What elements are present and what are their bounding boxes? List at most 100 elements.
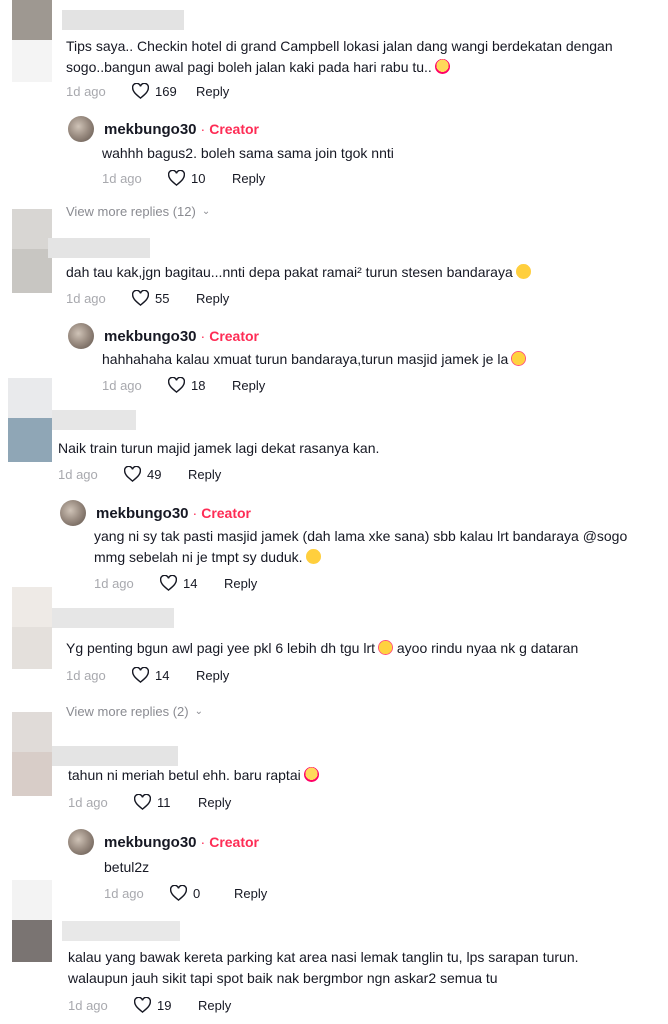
like-button[interactable]: 55 bbox=[132, 290, 196, 306]
like-button[interactable]: 0 bbox=[170, 885, 234, 901]
like-button[interactable]: 10 bbox=[168, 170, 232, 186]
creator-badge: Creator bbox=[209, 121, 259, 137]
avatar[interactable] bbox=[12, 209, 52, 249]
heart-outline-icon bbox=[160, 575, 177, 591]
heart-outline-icon bbox=[124, 466, 141, 482]
avatar-blur bbox=[12, 40, 52, 82]
username-blurred[interactable] bbox=[52, 608, 174, 628]
view-more-replies[interactable]: View more replies (2) ⌄ bbox=[66, 704, 203, 719]
heart-outline-icon bbox=[132, 667, 149, 683]
avatar-blur bbox=[8, 418, 52, 462]
creator-username[interactable]: mekbungo30 bbox=[104, 834, 197, 851]
comment-text: kalau yang bawak kereta parking kat area… bbox=[68, 949, 579, 965]
chevron-down-icon: ⌄ bbox=[201, 206, 211, 217]
like-button[interactable]: 11 bbox=[134, 794, 198, 810]
reply-meta: 1d ago 0 Reply bbox=[104, 883, 267, 903]
comment-text: walaupun jauh sikit tapi spot baik nak b… bbox=[68, 970, 498, 986]
reply-button[interactable]: Reply bbox=[196, 668, 229, 683]
like-count: 14 bbox=[155, 667, 170, 683]
like-count: 18 bbox=[191, 377, 206, 393]
reply-button[interactable]: Reply bbox=[198, 998, 231, 1013]
reply-meta: 1d ago 14 Reply bbox=[94, 573, 257, 593]
reply-button[interactable]: Reply bbox=[232, 171, 265, 186]
comment-meta: 1d ago 49 Reply bbox=[58, 464, 221, 484]
comment-text: tahun ni meriah betul ehh. baru raptai bbox=[68, 765, 319, 786]
timestamp: 1d ago bbox=[102, 377, 142, 393]
username-blurred[interactable] bbox=[48, 238, 150, 258]
timestamp: 1d ago bbox=[66, 290, 106, 306]
creator-badge: Creator bbox=[209, 328, 259, 344]
username-blurred[interactable] bbox=[62, 10, 184, 30]
like-button[interactable]: 14 bbox=[160, 575, 224, 591]
separator: · bbox=[200, 328, 206, 344]
avatar[interactable] bbox=[12, 587, 52, 627]
reply-text: hahhahaha kalau xmuat turun bandaraya,tu… bbox=[102, 349, 527, 370]
like-button[interactable]: 14 bbox=[132, 667, 196, 683]
reply-text: wahhh bagus2. boleh sama sama join tgok … bbox=[102, 145, 394, 161]
like-button[interactable]: 18 bbox=[168, 377, 232, 393]
avatar-blur bbox=[12, 920, 52, 962]
creator-reply-header: mekbungo30 · Creator bbox=[68, 116, 259, 142]
like-count: 19 bbox=[157, 997, 172, 1013]
avatar[interactable] bbox=[12, 0, 52, 40]
timestamp: 1d ago bbox=[94, 575, 134, 591]
reply-button[interactable]: Reply bbox=[198, 795, 231, 810]
timestamp: 1d ago bbox=[68, 997, 108, 1013]
reply-meta: 1d ago 10 Reply bbox=[102, 168, 265, 188]
like-button[interactable]: 169 bbox=[132, 83, 196, 99]
reply-meta: 1d ago 18 Reply bbox=[102, 375, 265, 395]
comment-text: Naik train turun majid jamek lagi dekat … bbox=[58, 440, 380, 456]
like-count: 0 bbox=[193, 885, 201, 901]
creator-username[interactable]: mekbungo30 bbox=[104, 328, 197, 345]
comment-meta: 1d ago 14 Reply bbox=[66, 665, 229, 685]
heart-outline-icon bbox=[168, 377, 185, 393]
comment-text: Yg penting bgun awl pagi yee pkl 6 lebih… bbox=[66, 640, 579, 656]
avatar[interactable] bbox=[8, 378, 52, 418]
creator-reply-header: mekbungo30 · Creator bbox=[68, 323, 259, 349]
creator-username[interactable]: mekbungo30 bbox=[104, 121, 197, 138]
like-button[interactable]: 19 bbox=[134, 997, 198, 1013]
grinning-sweat-emoji-icon bbox=[515, 264, 531, 279]
grimacing-emoji-icon bbox=[305, 549, 321, 564]
avatar[interactable] bbox=[12, 880, 52, 920]
reply-button[interactable]: Reply bbox=[232, 378, 265, 393]
reply-button[interactable]: Reply bbox=[224, 576, 257, 591]
username-blurred[interactable] bbox=[52, 410, 136, 430]
avatar-blur bbox=[12, 752, 52, 796]
chevron-down-icon: ⌄ bbox=[194, 706, 203, 717]
creator-badge: Creator bbox=[201, 505, 251, 521]
timestamp: 1d ago bbox=[58, 466, 98, 482]
avatar-blur bbox=[12, 627, 52, 669]
creator-reply-header: mekbungo30 · Creator bbox=[68, 829, 259, 855]
username-blurred[interactable] bbox=[62, 921, 180, 941]
creator-username[interactable]: mekbungo30 bbox=[96, 505, 189, 522]
avatar[interactable] bbox=[12, 712, 52, 752]
heart-outline-icon bbox=[134, 997, 151, 1013]
creator-avatar[interactable] bbox=[60, 500, 86, 526]
creator-reply-header: mekbungo30 · Creator bbox=[60, 500, 251, 526]
like-count: 14 bbox=[183, 575, 198, 591]
creator-avatar[interactable] bbox=[68, 323, 94, 349]
separator: · bbox=[192, 505, 198, 521]
rofl-emoji-icon bbox=[378, 640, 393, 655]
creator-avatar[interactable] bbox=[68, 116, 94, 142]
like-count: 169 bbox=[155, 83, 177, 99]
reply-text: mmg sebelah ni je tmpt sy duduk. bbox=[94, 547, 321, 568]
comment-text: dah tau kak,jgn bagitau...nnti depa paka… bbox=[66, 262, 531, 283]
avatar-blur bbox=[12, 249, 52, 293]
comment-meta: 1d ago 19 Reply bbox=[68, 995, 231, 1015]
heart-outline-icon bbox=[170, 885, 187, 901]
reply-button[interactable]: Reply bbox=[188, 467, 221, 482]
timestamp: 1d ago bbox=[104, 885, 144, 901]
like-count: 11 bbox=[157, 794, 171, 810]
creator-avatar[interactable] bbox=[68, 829, 94, 855]
view-more-replies[interactable]: View more replies (12) ⌄ bbox=[66, 204, 210, 219]
username-blurred[interactable] bbox=[52, 746, 178, 766]
comment-meta: 1d ago 11 Reply bbox=[68, 792, 231, 812]
like-count: 55 bbox=[155, 290, 170, 306]
reply-button[interactable]: Reply bbox=[196, 291, 229, 306]
like-button[interactable]: 49 bbox=[124, 466, 188, 482]
reply-button[interactable]: Reply bbox=[234, 886, 267, 901]
like-count: 49 bbox=[147, 466, 162, 482]
reply-button[interactable]: Reply bbox=[196, 84, 229, 99]
